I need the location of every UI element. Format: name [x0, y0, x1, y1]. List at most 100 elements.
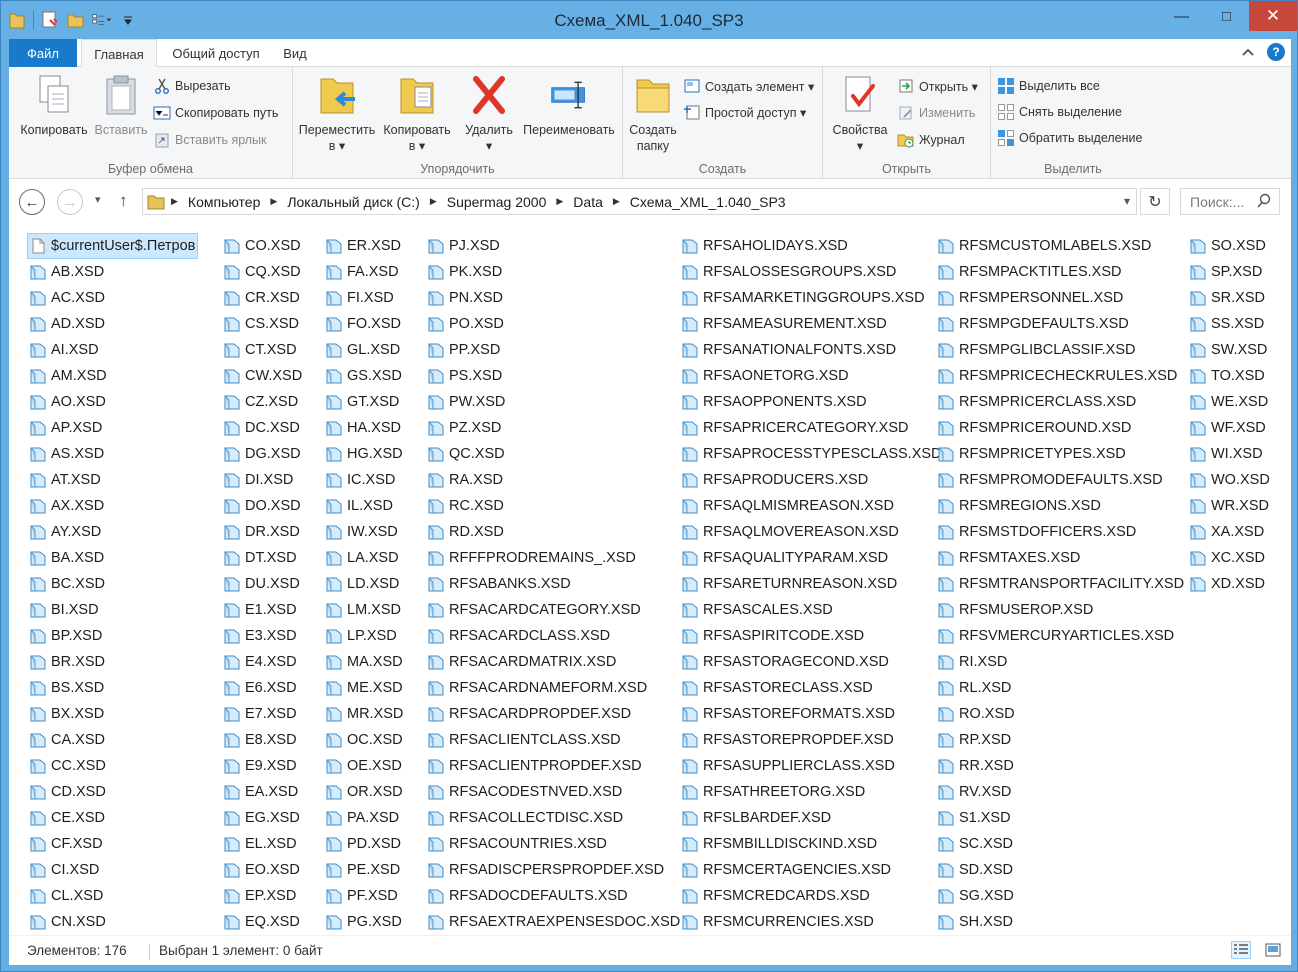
file-item[interactable]: DT.XSD [223, 545, 302, 571]
file-item[interactable]: CZ.XSD [223, 389, 302, 415]
file-item[interactable]: CI.XSD [29, 857, 198, 883]
file-item[interactable]: PO.XSD [427, 311, 680, 337]
select-all-button[interactable]: Выделить все [997, 75, 1100, 97]
file-item[interactable]: PS.XSD [427, 363, 680, 389]
file-item[interactable]: PP.XSD [427, 337, 680, 363]
file-item[interactable]: EP.XSD [223, 883, 302, 909]
file-item[interactable]: BA.XSD [29, 545, 198, 571]
file-item[interactable]: RFSMUSEROP.XSD [937, 597, 1184, 623]
file-item[interactable]: RFSAMARKETINGGROUPS.XSD [681, 285, 942, 311]
file-item[interactable]: SR.XSD [1189, 285, 1270, 311]
file-item[interactable]: PW.XSD [427, 389, 680, 415]
file-item[interactable]: PE.XSD [325, 857, 403, 883]
file-item[interactable]: RR.XSD [937, 753, 1184, 779]
file-item[interactable]: GT.XSD [325, 389, 403, 415]
recent-locations-button[interactable]: ▾ [95, 193, 101, 206]
file-item[interactable]: RFSAQLMISMREASON.XSD [681, 493, 942, 519]
file-item[interactable]: GL.XSD [325, 337, 403, 363]
easy-access-button[interactable]: Простой доступ ▾ [683, 101, 806, 123]
file-item[interactable]: RFSACOLLECTDISC.XSD [427, 805, 680, 831]
file-item[interactable]: PA.XSD [325, 805, 403, 831]
file-item[interactable]: RFSMPGDEFAULTS.XSD [937, 311, 1184, 337]
file-item[interactable]: RFSAPROCESSTYPESCLASS.XSD [681, 441, 942, 467]
paste-shortcut-button[interactable]: Вставить ярлык [153, 129, 267, 151]
file-item[interactable]: WO.XSD [1189, 467, 1270, 493]
file-item[interactable]: E4.XSD [223, 649, 302, 675]
file-item[interactable]: AO.XSD [29, 389, 198, 415]
file-item[interactable]: LP.XSD [325, 623, 403, 649]
file-item[interactable]: RFSACARDCLASS.XSD [427, 623, 680, 649]
breadcrumb-separator[interactable]: ▶ [270, 196, 277, 207]
file-item[interactable]: WI.XSD [1189, 441, 1270, 467]
file-item[interactable]: SS.XSD [1189, 311, 1270, 337]
file-item[interactable]: ER.XSD [325, 233, 403, 259]
rename-button[interactable]: Переименовать [521, 73, 617, 138]
file-item[interactable]: RFSASTOREPROPDEF.XSD [681, 727, 942, 753]
file-item[interactable]: EL.XSD [223, 831, 302, 857]
file-item[interactable]: E7.XSD [223, 701, 302, 727]
close-button[interactable]: ✕ [1249, 1, 1297, 31]
breadcrumb-item[interactable]: Локальный диск (C:) [287, 194, 420, 210]
file-item[interactable]: RFSMPRICEROUND.XSD [937, 415, 1184, 441]
breadcrumb-item[interactable]: Компьютер [188, 194, 260, 210]
file-item[interactable]: DG.XSD [223, 441, 302, 467]
file-item[interactable]: RFSMPERSONNEL.XSD [937, 285, 1184, 311]
file-item[interactable]: S1.XSD [937, 805, 1184, 831]
file-item[interactable]: RFSMBILLDISCKIND.XSD [681, 831, 942, 857]
file-item[interactable]: AI.XSD [29, 337, 198, 363]
file-item[interactable]: WR.XSD [1189, 493, 1270, 519]
tab-share[interactable]: Общий доступ [161, 39, 271, 67]
file-item[interactable]: CC.XSD [29, 753, 198, 779]
file-item[interactable]: HG.XSD [325, 441, 403, 467]
collapse-ribbon-icon[interactable] [1241, 45, 1255, 60]
file-item[interactable]: BC.XSD [29, 571, 198, 597]
file-item[interactable]: RFSARETURNREASON.XSD [681, 571, 942, 597]
file-item[interactable]: FO.XSD [325, 311, 403, 337]
file-item[interactable]: RFSASPIRITCODE.XSD [681, 623, 942, 649]
file-item[interactable]: SH.XSD [937, 909, 1184, 935]
tab-home[interactable]: Главная [81, 39, 157, 68]
file-item[interactable]: RFSACLIENTCLASS.XSD [427, 727, 680, 753]
move-to-button[interactable]: Переместить в ▾ [297, 73, 377, 154]
file-item[interactable]: OR.XSD [325, 779, 403, 805]
file-item[interactable]: RA.XSD [427, 467, 680, 493]
file-item[interactable]: E1.XSD [223, 597, 302, 623]
file-item[interactable]: RFSAMEASUREMENT.XSD [681, 311, 942, 337]
file-item[interactable]: RC.XSD [427, 493, 680, 519]
file-item[interactable]: QC.XSD [427, 441, 680, 467]
file-item[interactable]: E6.XSD [223, 675, 302, 701]
file-item[interactable]: DU.XSD [223, 571, 302, 597]
file-item[interactable]: HA.XSD [325, 415, 403, 441]
file-item[interactable]: RFSACARDCATEGORY.XSD [427, 597, 680, 623]
paste-button[interactable]: Вставить [93, 73, 149, 138]
file-item[interactable]: IL.XSD [325, 493, 403, 519]
new-folder-button[interactable]: Создать папку [625, 73, 681, 154]
delete-button[interactable]: Удалить ▾ [461, 73, 517, 154]
new-item-button[interactable]: Создать элемент ▾ [683, 75, 814, 97]
file-item[interactable]: CL.XSD [29, 883, 198, 909]
file-item[interactable]: RFSAEXTRAEXPENSESDOC.XSD [427, 909, 680, 935]
file-item[interactable]: BX.XSD [29, 701, 198, 727]
file-item[interactable]: IC.XSD [325, 467, 403, 493]
file-item[interactable]: CN.XSD [29, 909, 198, 935]
file-item[interactable]: RFSMPRICERCLASS.XSD [937, 389, 1184, 415]
file-item[interactable]: RFSMTRANSPORTFACILITY.XSD [937, 571, 1184, 597]
search-input[interactable]: Поиск:... [1180, 188, 1280, 215]
file-item[interactable]: RFSMPROMODEFAULTS.XSD [937, 467, 1184, 493]
file-item[interactable]: RFSMSTDOFFICERS.XSD [937, 519, 1184, 545]
file-item[interactable]: AP.XSD [29, 415, 198, 441]
file-item[interactable]: RD.XSD [427, 519, 680, 545]
file-item[interactable]: RFSMCUSTOMLABELS.XSD [937, 233, 1184, 259]
file-item[interactable]: FA.XSD [325, 259, 403, 285]
file-item[interactable]: BI.XSD [29, 597, 198, 623]
file-item[interactable]: RFSMREGIONS.XSD [937, 493, 1184, 519]
invert-selection-button[interactable]: Обратить выделение [997, 127, 1142, 149]
file-item[interactable]: RFSADISCPERSPROPDEF.XSD [427, 857, 680, 883]
file-item[interactable]: ME.XSD [325, 675, 403, 701]
file-item[interactable]: RFSANATIONALFONTS.XSD [681, 337, 942, 363]
file-item[interactable]: $currentUser$.Петров [27, 233, 199, 259]
file-item[interactable]: AT.XSD [29, 467, 198, 493]
file-item[interactable]: SG.XSD [937, 883, 1184, 909]
file-item[interactable]: RFSACARDMATRIX.XSD [427, 649, 680, 675]
tab-view[interactable]: Вид [275, 39, 315, 67]
